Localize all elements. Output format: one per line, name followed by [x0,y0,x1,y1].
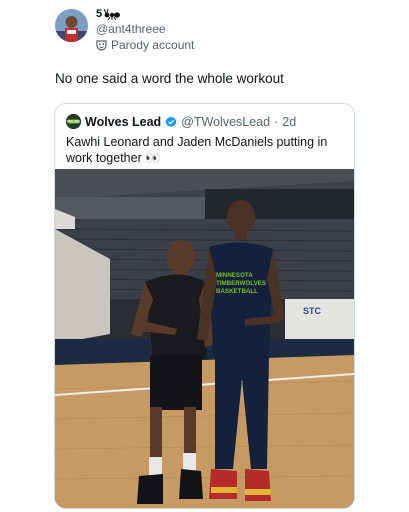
quoted-post-text: Kawhi Leonard and Jaden McDaniels puttin… [66,135,328,165]
quoted-author-name[interactable]: Wolves Lead [85,115,161,129]
quoted-author-handle[interactable]: @TWolvesLead [181,115,270,129]
author-handle[interactable]: @ant4threee [96,22,166,36]
person-left-shorts [150,355,202,410]
person-right-jersey [209,242,273,355]
avatar-image [55,9,88,42]
wolves-lead-logo-icon: WOLVES [66,114,81,129]
parody-label: Parody account [96,38,194,52]
quoted-post-photo[interactable]: STC are [55,169,354,508]
wall-sponsor-text: STC [303,306,322,316]
jersey-text-line-3: BASKETBALL [216,288,258,295]
quoted-post-card[interactable]: WOLVES Wolves Lead @TWolvesLead · 2d Kaw… [54,103,355,509]
person-left-shirt [145,274,207,359]
ant-emoji-icon [104,8,121,20]
person-left-head [167,240,195,274]
jersey-text-line-2: TIMBERWOLVES [216,280,266,287]
quoted-post-time[interactable]: 2d [282,115,296,129]
author-display-name[interactable]: 5 [96,8,121,20]
parody-mask-icon [96,39,107,51]
person-right-head [227,200,255,234]
quoted-post-header: WOLVES Wolves Lead @TWolvesLead · 2d [66,114,296,129]
parody-label-text: Parody account [111,38,195,52]
logo-text: WOLVES [67,120,81,124]
verified-badge-icon [165,116,177,127]
author-avatar[interactable] [55,9,88,42]
jersey-text-line-1: MINNESOTA [216,272,253,279]
quoted-author-avatar[interactable]: WOLVES [66,114,81,129]
separator-dot: · [274,114,279,129]
post-text: No one said a word the whole workout [55,71,284,86]
